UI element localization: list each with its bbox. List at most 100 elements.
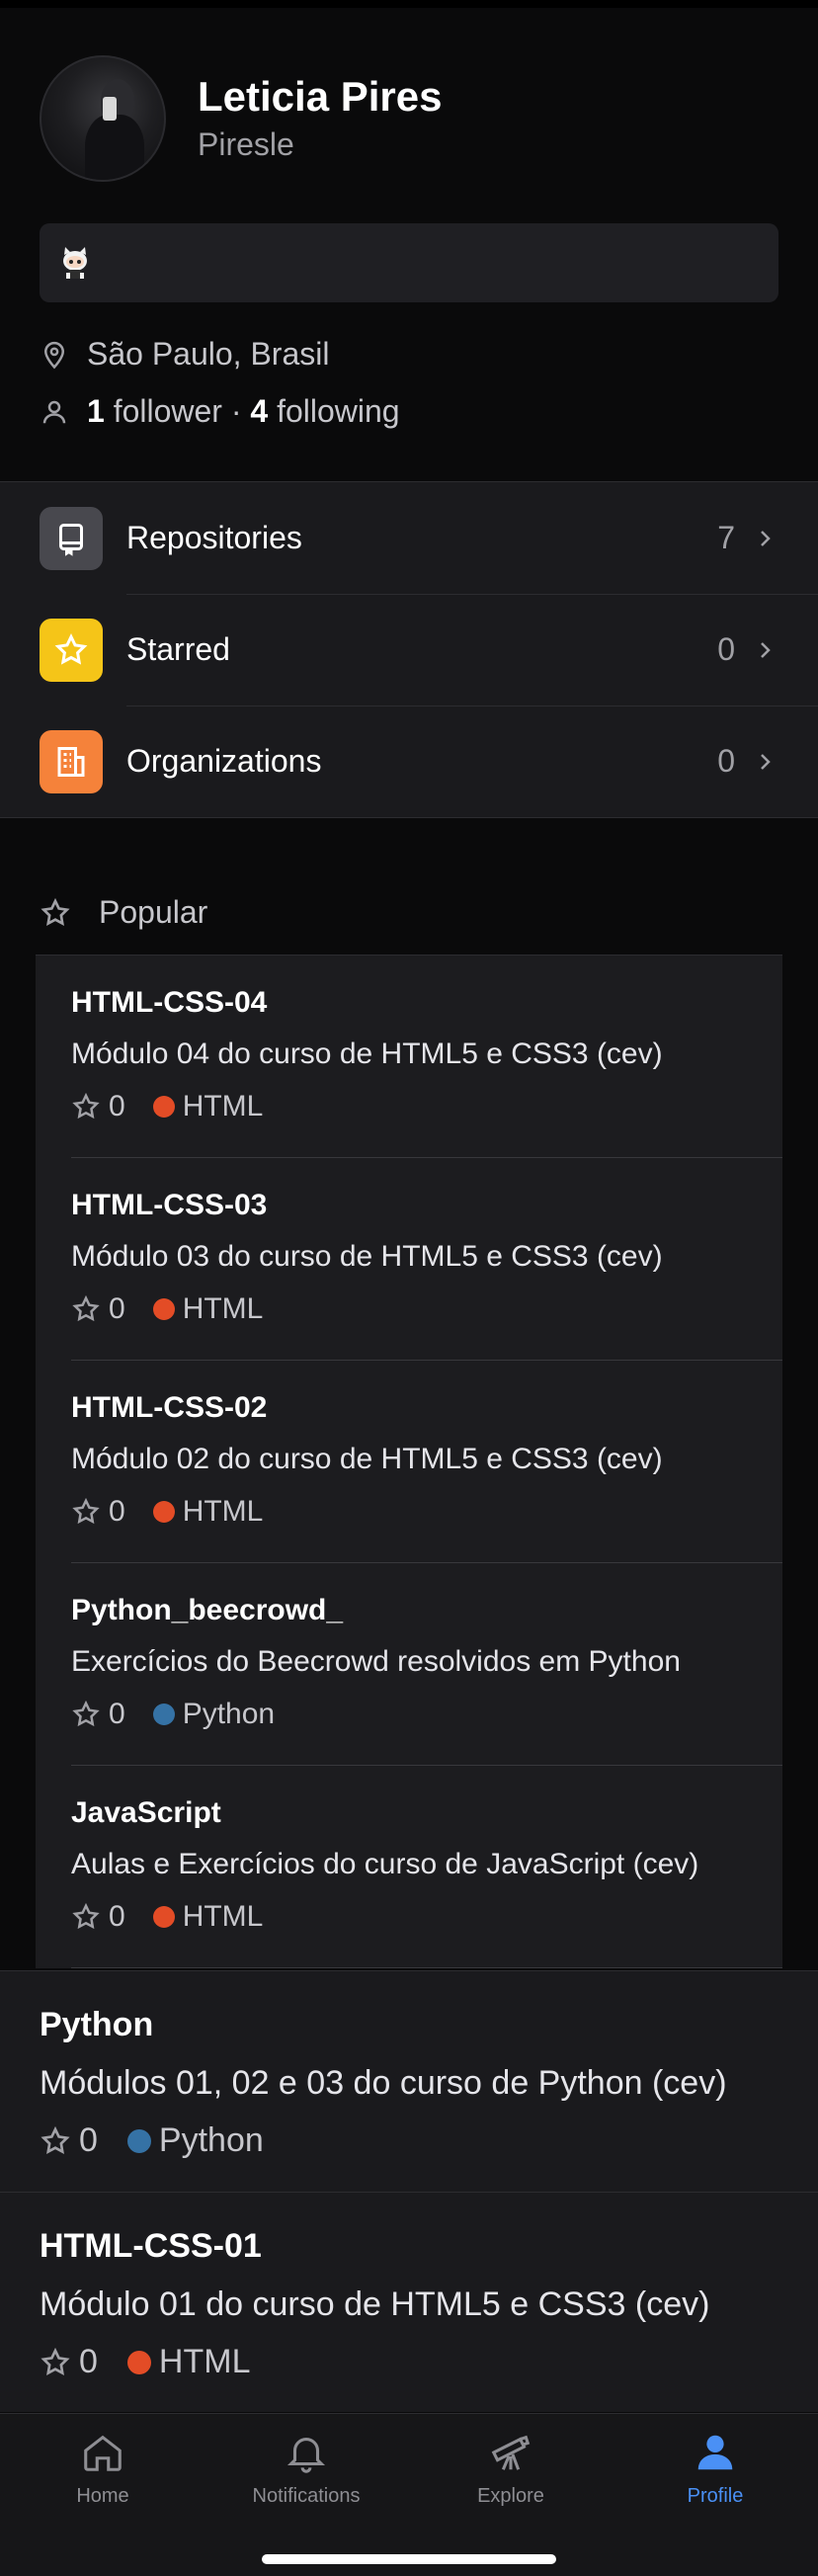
menu-label: Repositories — [126, 520, 302, 555]
menu-item-organizations[interactable]: Organizations 0 — [0, 706, 818, 817]
tab-notifications[interactable]: Notifications — [222, 2430, 390, 2508]
tab-explore[interactable]: Explore — [427, 2430, 595, 2508]
display-name: Leticia Pires — [198, 73, 443, 120]
profile-menu: Repositories 7 Starred 0 Organizations 0 — [0, 481, 818, 818]
popular-repo-item[interactable]: HTML-CSS-03 Módulo 03 do curso de HTML5 … — [36, 1158, 782, 1361]
location-text: São Paulo, Brasil — [87, 336, 330, 372]
avatar[interactable] — [40, 55, 166, 182]
language-dot — [152, 1501, 175, 1523]
language-dot — [152, 1703, 175, 1725]
repo-meta: 0 HTML — [71, 1292, 782, 1326]
menu-label: Starred — [126, 631, 230, 667]
username: Piresle — [198, 126, 294, 162]
language-label: HTML — [182, 1900, 264, 1933]
repo-description: Módulos 01, 02 e 03 do curso de Python (… — [40, 2064, 727, 2102]
menu-count: 0 — [717, 743, 735, 779]
menu-count: 0 — [717, 631, 735, 667]
tab-label: Home — [76, 2485, 129, 2507]
repo-name: HTML-CSS-01 — [40, 2227, 262, 2265]
repo-icon — [40, 506, 103, 570]
star-count: 0 — [109, 1900, 125, 1933]
popular-heading: Popular — [40, 894, 207, 931]
repo-name: HTML-CSS-03 — [71, 1189, 268, 1221]
popular-title: Popular — [99, 894, 208, 930]
star-count: 0 — [109, 1292, 125, 1325]
repo-name: HTML-CSS-02 — [71, 1391, 268, 1424]
repository-list: Python Módulos 01, 02 e 03 do curso de P… — [0, 1970, 818, 2412]
popular-repo-item[interactable]: HTML-CSS-02 Módulo 02 do curso de HTML5 … — [36, 1361, 782, 1563]
bell-icon — [286, 2438, 326, 2473]
chevron-right-icon — [761, 753, 771, 770]
repo-meta: 0 HTML — [71, 1495, 782, 1529]
person-icon — [42, 400, 66, 423]
profile-header: Leticia Pires Piresle — [40, 55, 442, 182]
repo-meta: 0 HTML — [71, 1900, 782, 1934]
language-label: Python — [158, 2121, 264, 2159]
person-icon — [697, 2435, 733, 2470]
repo-item[interactable]: Python Módulos 01, 02 e 03 do curso de P… — [0, 1971, 818, 2192]
star-outline-icon — [72, 1497, 100, 1525]
menu-count: 7 — [717, 520, 735, 555]
follow-row[interactable]: 1 follower · 4 following — [40, 393, 400, 430]
tab-home[interactable]: Home — [19, 2430, 187, 2508]
language-label: HTML — [182, 1292, 264, 1325]
repo-item[interactable]: HTML-CSS-01 Módulo 01 do curso de HTML5 … — [0, 2192, 818, 2412]
status-bar — [0, 0, 818, 8]
octocat-icon — [63, 247, 87, 279]
following-label: following — [277, 393, 400, 429]
star-outline-icon — [41, 897, 70, 926]
followers-label: follower — [113, 393, 222, 429]
repo-meta: 0 HTML — [40, 2343, 818, 2381]
language-label: Python — [182, 1698, 276, 1730]
followers-count: 1 — [87, 393, 105, 429]
repo-description: Módulo 01 do curso de HTML5 e CSS3 (cev) — [40, 2285, 710, 2323]
popular-repo-item[interactable]: HTML-CSS-04 Módulo 04 do curso de HTML5 … — [36, 956, 782, 1158]
language-dot — [152, 1096, 175, 1118]
repo-description: Módulo 04 do curso de HTML5 e CSS3 (cev) — [71, 1038, 663, 1070]
location-pin-icon — [43, 341, 65, 369]
popular-repo-item[interactable]: Python_beecrowd_ Exercícios do Beecrowd … — [36, 1563, 782, 1766]
repo-meta: 0 Python — [40, 2121, 818, 2160]
profile-names: Leticia Pires Piresle — [198, 72, 442, 165]
star-outline-icon — [41, 2347, 70, 2375]
tab-label: Profile — [687, 2485, 744, 2507]
menu-item-starred[interactable]: Starred 0 — [0, 594, 818, 706]
repo-description: Módulo 02 do curso de HTML5 e CSS3 (cev) — [71, 1443, 663, 1475]
language-dot — [126, 2128, 151, 2153]
star-count: 0 — [109, 1698, 125, 1730]
organization-icon — [40, 729, 103, 793]
bio-box — [40, 223, 778, 302]
repo-name: HTML-CSS-04 — [71, 986, 268, 1019]
star-outline-icon — [72, 1902, 100, 1930]
star-count: 0 — [79, 2121, 98, 2159]
star-outline-icon — [72, 1700, 100, 1727]
chevron-right-icon — [761, 641, 771, 658]
repo-meta: 0 Python — [71, 1698, 782, 1731]
language-label: HTML — [158, 2343, 251, 2380]
repo-name: JavaScript — [71, 1796, 221, 1829]
popular-repo-item[interactable]: JavaScript Aulas e Exercícios do curso d… — [36, 1766, 782, 1968]
chevron-right-icon — [761, 530, 771, 546]
menu-label: Organizations — [126, 743, 322, 779]
menu-item-repositories[interactable]: Repositories 7 — [0, 482, 818, 594]
language-dot — [152, 1298, 175, 1320]
home-icon — [84, 2435, 122, 2471]
tab-label: Explore — [477, 2485, 544, 2507]
star-outline-icon — [41, 2125, 70, 2154]
following-count: 4 — [250, 393, 269, 429]
tab-label: Notifications — [252, 2485, 361, 2507]
home-indicator — [262, 2554, 556, 2564]
follow-separator: · — [230, 393, 242, 429]
repo-description: Aulas e Exercícios do curso de JavaScrip… — [71, 1848, 699, 1880]
tab-bar: Home Notifications Explore Profile — [0, 2413, 818, 2576]
repo-meta: 0 HTML — [71, 1090, 782, 1123]
language-dot — [152, 1906, 175, 1928]
star-count: 0 — [109, 1090, 125, 1122]
repo-name: Python — [40, 2006, 154, 2043]
tab-profile[interactable]: Profile — [631, 2430, 799, 2508]
telescope-icon — [491, 2435, 531, 2470]
language-dot — [126, 2350, 151, 2374]
repo-name: Python_beecrowd_ — [71, 1594, 344, 1626]
repo-description: Módulo 03 do curso de HTML5 e CSS3 (cev) — [71, 1240, 663, 1273]
location-row: São Paulo, Brasil — [40, 336, 329, 373]
